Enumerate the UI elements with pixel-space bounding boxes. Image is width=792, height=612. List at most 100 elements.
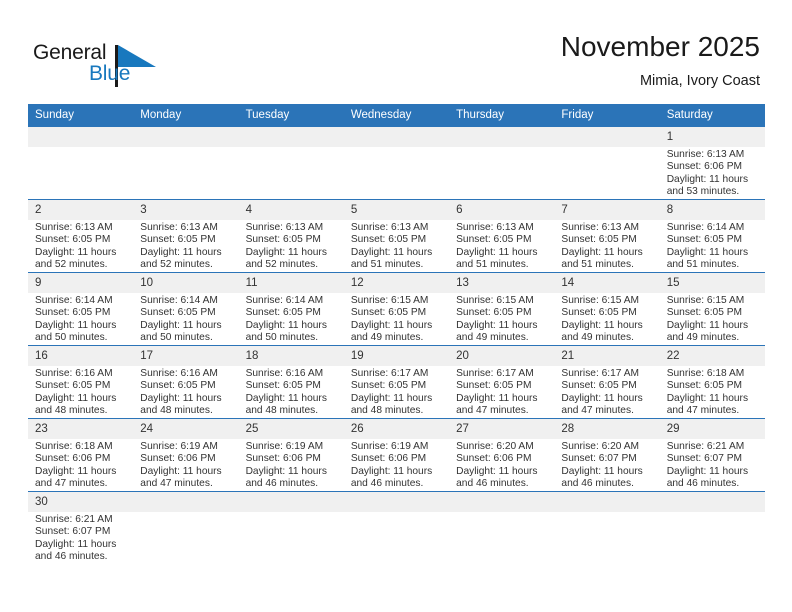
sunrise-text: Sunrise: 6:14 AM xyxy=(666,222,745,233)
day-cell[interactable]: 10 Sunrise: 6:14 AM Sunset: 6:05 PM Dayligh… xyxy=(133,272,239,346)
day-cell[interactable]: 14 Sunrise: 6:15 AM Sunset: 6:05 PM Dayligh… xyxy=(554,272,660,346)
day-number: 20 xyxy=(449,346,555,366)
day-cell-empty xyxy=(133,126,239,200)
day-cell-empty xyxy=(554,126,660,200)
day-cell[interactable]: 13 Sunrise: 6:15 AM Sunset: 6:05 PM Dayligh… xyxy=(449,272,555,346)
day-cell[interactable]: 6 Sunrise: 6:13 AM Sunset: 6:05 PM Daylight… xyxy=(449,199,555,273)
day-details: Sunrise: 6:21 AM Sunset: 6:07 PM Daylight:… xyxy=(28,512,133,563)
weekday-header-tuesday: Tuesday xyxy=(238,104,344,127)
weekday-header-saturday: Saturday xyxy=(659,104,765,127)
day-number: 10 xyxy=(133,273,239,293)
day-number: 22 xyxy=(659,346,765,366)
sunrise-text: Sunrise: 6:15 AM xyxy=(350,295,429,306)
daylight-text: Daylight: 11 hours and 52 minutes. xyxy=(140,246,222,270)
logo-text-blue: Blue xyxy=(89,62,131,85)
day-cell[interactable]: 30 Sunrise: 6:21 AM Sunset: 6:07 PM Dayligh… xyxy=(28,491,134,564)
sunrise-text: Sunrise: 6:20 AM xyxy=(561,441,639,452)
day-number: 12 xyxy=(343,273,450,293)
day-details: Sunrise: 6:18 AM Sunset: 6:06 PM Daylight:… xyxy=(28,439,133,490)
day-cell[interactable]: 18 Sunrise: 6:16 AM Sunset: 6:05 PM Dayligh… xyxy=(238,345,344,419)
calendar-page: General Blue November 2025 Mimia, Ivory … xyxy=(0,0,792,612)
day-number: 24 xyxy=(133,419,239,439)
day-details: Sunrise: 6:19 AM Sunset: 6:06 PM Daylight:… xyxy=(239,439,344,490)
day-cell-empty xyxy=(449,126,555,200)
sunrise-text: Sunrise: 6:13 AM xyxy=(245,222,324,233)
day-cell[interactable]: 2 Sunrise: 6:13 AM Sunset: 6:05 PM Daylight… xyxy=(28,199,134,273)
daylight-text: Daylight: 11 hours and 49 minutes. xyxy=(350,319,433,343)
day-cell[interactable]: 26 Sunrise: 6:19 AM Sunset: 6:06 PM Dayligh… xyxy=(343,418,450,492)
day-cell[interactable]: 28 Sunrise: 6:20 AM Sunset: 6:07 PM Dayligh… xyxy=(554,418,660,492)
sunset-text: Sunset: 6:05 PM xyxy=(456,307,532,319)
day-details: Sunrise: 6:16 AM Sunset: 6:05 PM Daylight:… xyxy=(133,366,238,417)
day-cell-empty xyxy=(238,491,344,564)
day-cell[interactable]: 3 Sunrise: 6:13 AM Sunset: 6:05 PM Daylight… xyxy=(133,199,239,273)
daylight-text: Daylight: 11 hours and 50 minutes. xyxy=(35,319,117,343)
day-details: Sunrise: 6:16 AM Sunset: 6:05 PM Daylight:… xyxy=(28,366,133,417)
day-cell-empty xyxy=(343,491,450,564)
day-number: 6 xyxy=(449,200,555,220)
day-number: 4 xyxy=(238,200,344,220)
page-header: General Blue November 2025 Mimia, Ivory … xyxy=(0,0,792,104)
daylight-text: Daylight: 11 hours and 51 minutes. xyxy=(666,246,749,270)
day-cell[interactable]: 12 Sunrise: 6:15 AM Sunset: 6:05 PM Dayligh… xyxy=(343,272,450,346)
sunset-text: Sunset: 6:05 PM xyxy=(456,380,532,392)
day-number: 29 xyxy=(659,419,765,439)
sunrise-text: Sunrise: 6:15 AM xyxy=(561,295,639,306)
weekday-header-monday: Monday xyxy=(133,104,239,127)
day-details: Sunrise: 6:13 AM Sunset: 6:05 PM Daylight:… xyxy=(449,220,554,271)
day-cell[interactable]: 15 Sunrise: 6:15 AM Sunset: 6:05 PM Dayligh… xyxy=(659,272,765,346)
calendar-table: Sunday Monday Tuesday Wednesday Thursday Frid… xyxy=(28,104,765,564)
day-cell[interactable]: 19 Sunrise: 6:17 AM Sunset: 6:05 PM Dayligh… xyxy=(343,345,450,419)
day-cell[interactable]: 29 Sunrise: 6:21 AM Sunset: 6:07 PM Dayligh… xyxy=(659,418,765,492)
day-cell[interactable]: 21 Sunrise: 6:17 AM Sunset: 6:05 PM Dayligh… xyxy=(554,345,660,419)
daylight-text: Daylight: 11 hours and 51 minutes. xyxy=(561,246,643,270)
sunrise-text: Sunrise: 6:19 AM xyxy=(140,441,218,452)
day-cell[interactable]: 22 Sunrise: 6:18 AM Sunset: 6:05 PM Dayligh… xyxy=(659,345,765,419)
day-details: Sunrise: 6:14 AM Sunset: 6:05 PM Daylight:… xyxy=(239,293,344,344)
daylight-text: Daylight: 11 hours and 52 minutes. xyxy=(35,246,117,270)
day-cell[interactable]: 4 Sunrise: 6:13 AM Sunset: 6:05 PM Daylight… xyxy=(238,199,344,273)
sunset-text: Sunset: 6:05 PM xyxy=(245,307,321,319)
day-number xyxy=(343,492,450,512)
day-number: 19 xyxy=(343,346,450,366)
day-cell[interactable]: 27 Sunrise: 6:20 AM Sunset: 6:06 PM Dayligh… xyxy=(449,418,555,492)
sunset-text: Sunset: 6:06 PM xyxy=(350,453,427,465)
calendar-week-row: 16 Sunrise: 6:16 AM Sunset: 6:05 PM Dayligh… xyxy=(28,345,765,419)
sunset-text: Sunset: 6:06 PM xyxy=(140,453,216,465)
sunset-text: Sunset: 6:05 PM xyxy=(561,234,637,246)
day-cell-empty xyxy=(554,491,660,564)
daylight-text: Daylight: 11 hours and 49 minutes. xyxy=(561,319,643,343)
sunset-text: Sunset: 6:05 PM xyxy=(561,307,637,319)
daylight-text: Daylight: 11 hours and 53 minutes. xyxy=(666,173,749,197)
day-cell[interactable]: 20 Sunrise: 6:17 AM Sunset: 6:05 PM Dayligh… xyxy=(449,345,555,419)
day-details: Sunrise: 6:16 AM Sunset: 6:05 PM Daylight:… xyxy=(239,366,344,417)
sunset-text: Sunset: 6:06 PM xyxy=(666,161,743,173)
day-number xyxy=(449,127,555,147)
day-cell[interactable]: 1 Sunrise: 6:13 AM Sunset: 6:06 PM Daylight… xyxy=(659,126,765,200)
sunrise-text: Sunrise: 6:17 AM xyxy=(350,368,429,379)
day-details: Sunrise: 6:13 AM Sunset: 6:06 PM Daylight:… xyxy=(660,147,765,198)
sunset-text: Sunset: 6:06 PM xyxy=(35,453,111,465)
day-cell[interactable]: 11 Sunrise: 6:14 AM Sunset: 6:05 PM Dayligh… xyxy=(238,272,344,346)
day-cell[interactable]: 23 Sunrise: 6:18 AM Sunset: 6:06 PM Dayligh… xyxy=(28,418,134,492)
daylight-text: Daylight: 11 hours and 47 minutes. xyxy=(561,392,643,416)
sunset-text: Sunset: 6:05 PM xyxy=(666,307,743,319)
calendar-header-row: Sunday Monday Tuesday Wednesday Thursday Frid… xyxy=(28,104,765,127)
day-number xyxy=(238,127,344,147)
day-details: Sunrise: 6:14 AM Sunset: 6:05 PM Daylight:… xyxy=(133,293,238,344)
day-number: 8 xyxy=(659,200,765,220)
day-cell[interactable]: 24 Sunrise: 6:19 AM Sunset: 6:06 PM Dayligh… xyxy=(133,418,239,492)
sunrise-text: Sunrise: 6:20 AM xyxy=(456,441,534,452)
day-cell[interactable]: 25 Sunrise: 6:19 AM Sunset: 6:06 PM Dayligh… xyxy=(238,418,344,492)
day-number xyxy=(554,492,660,512)
day-cell[interactable]: 16 Sunrise: 6:16 AM Sunset: 6:05 PM Dayligh… xyxy=(28,345,134,419)
day-cell[interactable]: 8 Sunrise: 6:14 AM Sunset: 6:05 PM Daylight… xyxy=(659,199,765,273)
day-cell[interactable]: 7 Sunrise: 6:13 AM Sunset: 6:05 PM Daylight… xyxy=(554,199,660,273)
day-cell[interactable]: 5 Sunrise: 6:13 AM Sunset: 6:05 PM Daylight… xyxy=(343,199,450,273)
day-cell[interactable]: 17 Sunrise: 6:16 AM Sunset: 6:05 PM Dayligh… xyxy=(133,345,239,419)
day-details: Sunrise: 6:13 AM Sunset: 6:05 PM Daylight:… xyxy=(554,220,659,271)
location-subtitle: Mimia, Ivory Coast xyxy=(639,73,760,89)
sunrise-text: Sunrise: 6:14 AM xyxy=(140,295,218,306)
day-cell[interactable]: 9 Sunrise: 6:14 AM Sunset: 6:05 PM Daylight… xyxy=(28,272,134,346)
sunset-text: Sunset: 6:05 PM xyxy=(561,380,637,392)
